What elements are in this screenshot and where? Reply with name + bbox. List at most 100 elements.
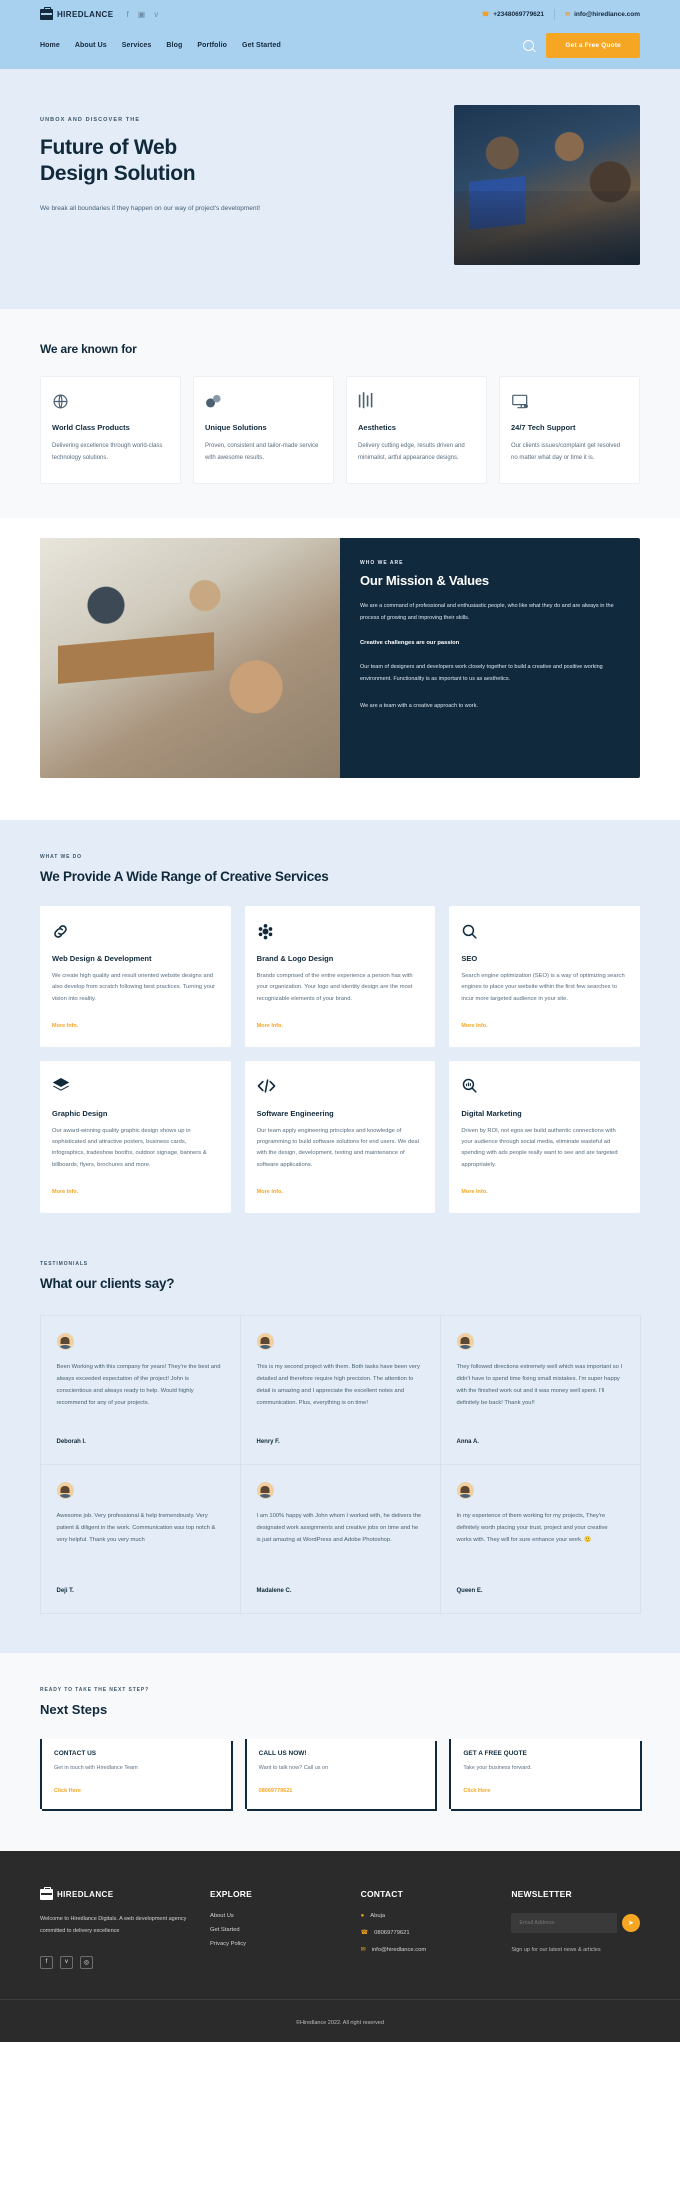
footer-link-about-us[interactable]: About Us [210, 1913, 339, 1919]
facebook-icon[interactable]: f [126, 10, 128, 19]
testimonial-text: Awesome job. Very professional & help tr… [56, 1512, 216, 1543]
feature-card-title: Aesthetics [358, 423, 396, 432]
service-card-text: Our team apply engineering principles an… [256, 1127, 419, 1168]
next-step-link[interactable]: Click Here [463, 1788, 490, 1794]
feature-card-title: World Class Products [52, 423, 130, 432]
top-social-links: f ▣ ᴠ [126, 10, 158, 19]
service-card-title: Software Engineering [256, 1108, 334, 1118]
twitter-icon[interactable]: ᴠ [60, 1955, 73, 1969]
testimonial-author: Madalene C. [256, 1587, 292, 1594]
footer-bottom: ©Hiredlance 2022. All right reserved [0, 1998, 680, 2042]
service-more-link[interactable]: More Info. [257, 1189, 283, 1195]
hero-eyebrow: UNBOX AND DISCOVER THE [40, 117, 141, 123]
mission-image [40, 538, 340, 778]
next-steps-cards: CONTACT US Get in touch with Hiredlance … [40, 1739, 641, 1810]
top-bar-inner: HIREDLANCE f ▣ ᴠ ☎ +2348069779621 ✉ info… [40, 7, 640, 20]
service-card[interactable]: Software Engineering Our team apply engi… [244, 1060, 436, 1214]
footer-contact-phone[interactable]: ☎ 08069779621 [361, 1930, 490, 1938]
hero-subtitle: We break all boundaries if they happen o… [40, 205, 261, 213]
service-card-text: Our award-winning quality graphic design… [52, 1127, 207, 1168]
mission-paragraph-2: Our team of designers and developers wor… [360, 664, 603, 682]
service-card[interactable]: Web Design & Development We create high … [40, 906, 231, 1047]
services-inner: WHAT WE DO We Provide A Wide Range of Cr… [40, 854, 640, 1214]
nav-item-get-started[interactable]: Get Started [242, 42, 281, 49]
next-step-link[interactable]: 08069779621 [259, 1788, 293, 1794]
main-nav: Home About Us Services Blog Portfolio Ge… [40, 42, 281, 49]
testimonial-card: This is my second project with them. Bot… [239, 1314, 441, 1465]
mission-title: Our Mission & Values [360, 573, 489, 588]
nav-item-home[interactable]: Home [40, 42, 60, 49]
footer-logo[interactable]: HIREDLANCE [40, 1887, 188, 1901]
email-link[interactable]: ✉ info@hiredlance.com [565, 11, 640, 18]
service-card-title: Web Design & Development [52, 954, 152, 963]
nav-item-about-us[interactable]: About Us [75, 42, 107, 49]
service-card[interactable]: Graphic Design Our award-winning quality… [40, 1060, 231, 1214]
footer-explore-heading: EXPLORE [209, 1889, 252, 1900]
service-card[interactable]: SEO Search engine optimization (SEO) is … [449, 906, 640, 1047]
next-step-card-free-quote[interactable]: GET A FREE QUOTE Take your business forw… [449, 1739, 641, 1810]
next-step-link[interactable]: Click Here [54, 1788, 81, 1794]
testimonial-text: In my experience of them working for my … [456, 1512, 608, 1543]
service-more-link[interactable]: More Info. [52, 1189, 78, 1195]
send-icon[interactable]: ➤ [621, 1914, 640, 1933]
get-free-quote-button[interactable]: Get a Free Quote [546, 33, 640, 58]
next-step-text: Take your business forward. [463, 1765, 532, 1772]
testimonial-card: I am 100% happy with John whom I worked … [239, 1463, 441, 1614]
service-more-link[interactable]: More Info. [257, 1023, 283, 1029]
footer-contact-column: CONTACT ● Abuja ☎ 08069779621 ✉ info@hir… [361, 1889, 490, 1963]
service-more-link[interactable]: More Info. [461, 1023, 487, 1029]
shapes-icon [205, 390, 322, 412]
next-step-title: CONTACT US [54, 1750, 97, 1758]
instagram-icon[interactable]: ▣ [138, 10, 146, 19]
testimonial-author: Henry F. [256, 1438, 280, 1445]
service-more-link[interactable]: More Info. [52, 1023, 78, 1029]
nav-item-services[interactable]: Services [122, 42, 152, 49]
twitter-icon[interactable]: ᴠ [154, 10, 158, 19]
known-for-section: We are known for World Class Products De… [0, 309, 680, 518]
avatar [256, 1332, 274, 1350]
bars-icon [358, 390, 475, 412]
testimonial-text: They followed directions extremely well … [456, 1363, 623, 1407]
footer-link-get-started[interactable]: Get Started [210, 1927, 339, 1933]
mission-eyebrow: WHO WE ARE [360, 560, 404, 566]
footer-link-privacy-policy[interactable]: Privacy Policy [210, 1941, 339, 1947]
instagram-icon[interactable]: ◎ [80, 1955, 93, 1969]
testimonial-card: They followed directions extremely well … [439, 1314, 641, 1465]
briefcase-icon [40, 7, 53, 20]
footer-brand-name: HIREDLANCE [57, 1890, 114, 1900]
mission-paragraph-3: We are a team with a creative approach t… [360, 703, 478, 710]
facebook-icon[interactable]: f [40, 1955, 53, 1969]
footer-columns: HIREDLANCE Welcome to Hiredlance Digital… [40, 1887, 640, 1969]
hero-inner: UNBOX AND DISCOVER THE Future of Web Des… [40, 105, 640, 265]
phone-link[interactable]: ☎ +2348069779621 [482, 11, 544, 18]
hero-section: UNBOX AND DISCOVER THE Future of Web Des… [0, 69, 680, 309]
testimonial-text: This is my second project with them. Bot… [256, 1363, 420, 1407]
mail-icon: ✉ [565, 12, 571, 18]
services-section: WHAT WE DO We Provide A Wide Range of Cr… [0, 820, 680, 1254]
service-card[interactable]: Brand & Logo Design Brands comprised of … [244, 906, 436, 1047]
logo[interactable]: HIREDLANCE [40, 7, 113, 20]
copyright-text: ©Hiredlance 2022. All right reserved [295, 2019, 385, 2026]
feature-card-text: Our clients issues/complaint get resolve… [511, 443, 621, 462]
nav-item-blog[interactable]: Blog [166, 42, 182, 49]
next-step-card-call-us[interactable]: CALL US NOW! Want to talk now? Call us o… [244, 1739, 436, 1810]
search-icon[interactable] [523, 40, 535, 51]
hero-image [454, 105, 640, 265]
testimonial-author: Deborah I. [56, 1438, 86, 1445]
top-contact: ☎ +2348069779621 ✉ info@hiredlance.com [482, 9, 640, 20]
known-for-title: We are known for [40, 342, 137, 356]
service-card[interactable]: Digital Marketing Driven by ROI, not ego… [449, 1060, 640, 1214]
next-step-card-contact-us[interactable]: CONTACT US Get in touch with Hiredlance … [40, 1739, 231, 1810]
footer-phone-text: 08069779621 [374, 1930, 410, 1937]
footer-social-links: f ᴠ ◎ [40, 1955, 188, 1969]
nav-item-portfolio[interactable]: Portfolio [197, 42, 227, 49]
service-card-text: Search engine optimization (SEO) is a wa… [461, 973, 625, 1002]
link-icon [52, 920, 219, 942]
footer-contact-email[interactable]: ✉ info@hiredlance.com [361, 1947, 490, 1955]
testimonial-text: Been Working with this company for years… [56, 1363, 221, 1407]
testimonials-eyebrow: TESTIMONIALS [40, 1261, 89, 1268]
service-more-link[interactable]: More Info. [461, 1189, 487, 1195]
known-for-cards: World Class Products Delivering excellen… [40, 376, 640, 484]
testimonial-card: In my experience of them working for my … [439, 1463, 641, 1614]
newsletter-email-input[interactable] [511, 1913, 617, 1934]
